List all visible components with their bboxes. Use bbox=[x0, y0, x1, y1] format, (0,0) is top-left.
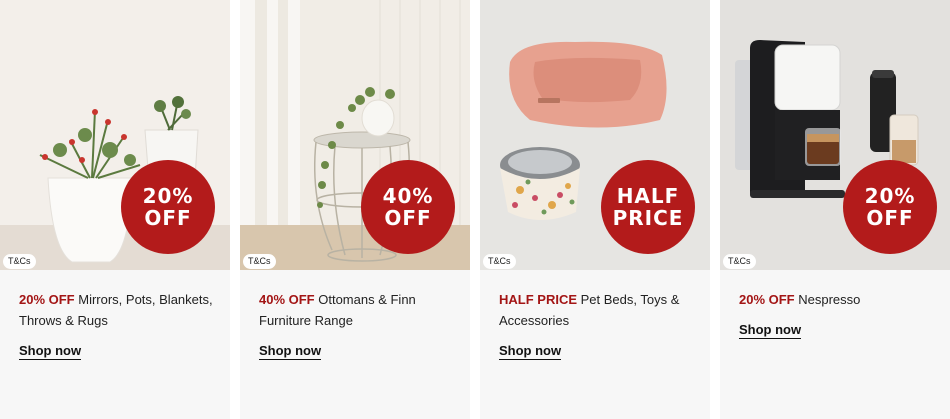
product-image-side-table[interactable]: 40% OFF T&Cs bbox=[240, 0, 470, 270]
shop-now-link[interactable]: Shop now bbox=[19, 343, 82, 360]
promo-highlight: 40% OFF bbox=[259, 292, 315, 307]
promo-card-nespresso[interactable]: 20% OFF T&Cs 20% OFF Nespresso Shop now bbox=[720, 0, 950, 419]
promo-description: HALF PRICE Pet Beds, Toys & Accessories bbox=[499, 289, 694, 331]
terms-link[interactable]: T&Cs bbox=[483, 254, 516, 269]
terms-link[interactable]: T&Cs bbox=[723, 254, 756, 269]
shop-now-link[interactable]: Shop now bbox=[739, 322, 802, 339]
product-image-plants[interactable]: 20% OFF T&Cs bbox=[0, 0, 230, 270]
product-image-pet-bed[interactable]: HALF PRICE T&Cs bbox=[480, 0, 710, 270]
promo-card-furniture[interactable]: 40% OFF T&Cs 40% OFF Ottomans & Finn Fur… bbox=[240, 0, 470, 419]
promo-text: Nespresso bbox=[794, 292, 861, 307]
promo-highlight: 20% OFF bbox=[739, 292, 795, 307]
promo-card-home-decor[interactable]: 20% OFF T&Cs 20% OFF Mirrors, Pots, Blan… bbox=[0, 0, 230, 419]
terms-link[interactable]: T&Cs bbox=[243, 254, 276, 269]
terms-link[interactable]: T&Cs bbox=[3, 254, 36, 269]
promo-description: 20% OFF Nespresso bbox=[739, 289, 934, 310]
discount-badge: 20% OFF bbox=[843, 160, 937, 254]
promo-highlight: HALF PRICE bbox=[499, 292, 577, 307]
discount-badge: HALF PRICE bbox=[601, 160, 695, 254]
shop-now-link[interactable]: Shop now bbox=[259, 343, 322, 360]
promo-card-pets[interactable]: HALF PRICE T&Cs HALF PRICE Pet Beds, Toy… bbox=[480, 0, 710, 419]
discount-badge: 20% OFF bbox=[121, 160, 215, 254]
discount-badge: 40% OFF bbox=[361, 160, 455, 254]
promo-description: 40% OFF Ottomans & Finn Furniture Range bbox=[259, 289, 454, 331]
promo-highlight: 20% OFF bbox=[19, 292, 75, 307]
product-image-coffee-machine[interactable]: 20% OFF T&Cs bbox=[720, 0, 950, 270]
promo-description: 20% OFF Mirrors, Pots, Blankets, Throws … bbox=[19, 289, 214, 331]
shop-now-link[interactable]: Shop now bbox=[499, 343, 562, 360]
